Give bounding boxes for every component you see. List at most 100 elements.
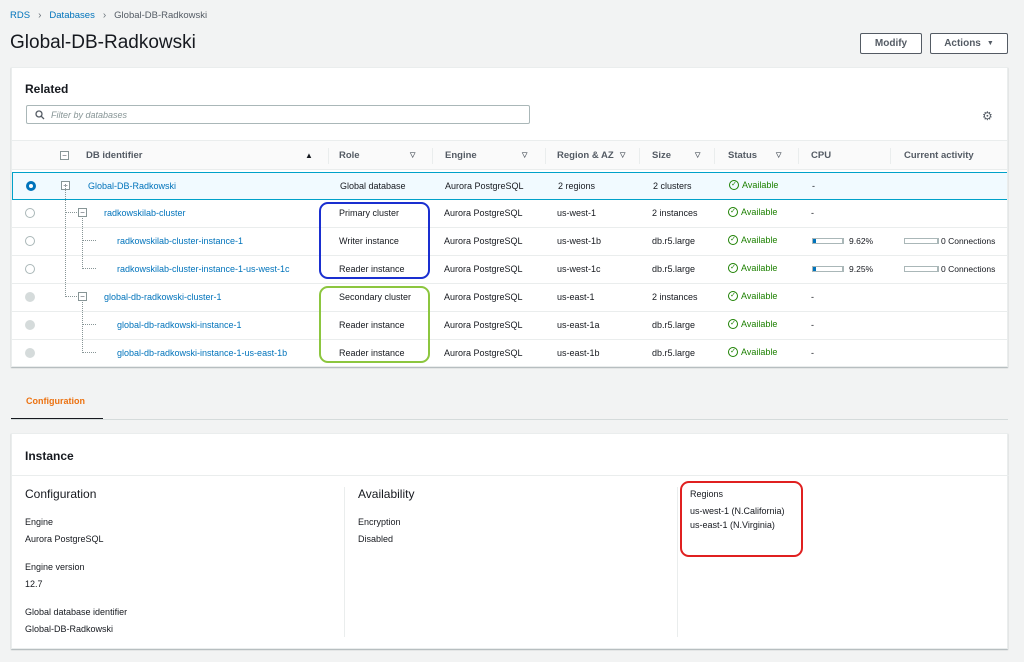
- check-circle-icon: ✓: [728, 235, 738, 245]
- table-row[interactable]: radkowskilab-cluster-instance-1-us-west-…: [12, 242, 1007, 284]
- cpu-bar: [812, 266, 844, 272]
- tree-connector: [65, 184, 77, 297]
- region-value: us-west-1 (N.California): [690, 506, 785, 516]
- column-divider: [328, 148, 329, 164]
- cpu-cell: -: [811, 292, 814, 302]
- row-radio[interactable]: [25, 320, 35, 330]
- global-db-identifier-value: Global-DB-Radkowski: [25, 624, 114, 634]
- col-db-identifier[interactable]: DB identifier ▲: [86, 150, 313, 161]
- region-cell: us-east-1: [557, 292, 595, 302]
- global-db-identifier-label: Global database identifier: [25, 607, 128, 617]
- modify-label: Modify: [874, 38, 908, 49]
- tree-connector: [82, 218, 96, 241]
- engine-cell: Aurora PostgreSQL: [444, 236, 523, 246]
- row-radio[interactable]: [25, 236, 35, 246]
- cpu-bar-end: [842, 238, 843, 244]
- connections-bar-end: [937, 266, 938, 272]
- table-row[interactable]: radkowskilab-cluster-instance-1 Writer i…: [12, 218, 1007, 256]
- size-cell: 2 clusters: [653, 181, 692, 191]
- cpu-bar-end: [842, 266, 843, 272]
- col-current-activity[interactable]: Current activity: [904, 150, 974, 161]
- tree-connector: [82, 242, 96, 269]
- tab-divider: [11, 419, 1008, 420]
- size-cell: db.r5.large: [652, 320, 696, 330]
- db-identifier-link[interactable]: radkowskilab-cluster: [104, 208, 186, 218]
- instance-panel: Instance Configuration Engine Aurora Pos…: [11, 433, 1009, 649]
- row-radio[interactable]: [25, 264, 35, 274]
- availability-heading: Availability: [358, 487, 415, 501]
- breadcrumb-databases[interactable]: Databases: [49, 10, 94, 21]
- breadcrumb-rds[interactable]: RDS: [10, 10, 30, 21]
- region-cell: us-east-1b: [557, 348, 600, 358]
- size-cell: db.r5.large: [652, 264, 696, 274]
- role-cell: Writer instance: [339, 236, 399, 246]
- size-cell: db.r5.large: [652, 348, 696, 358]
- engine-cell: Aurora PostgreSQL: [444, 208, 523, 218]
- db-identifier-link[interactable]: radkowskilab-cluster-instance-1: [117, 236, 243, 246]
- region-value: us-east-1 (N.Virginia): [690, 520, 775, 530]
- col-status[interactable]: Status ▽: [728, 150, 781, 161]
- filter-box[interactable]: [26, 105, 530, 124]
- tab-configuration[interactable]: Configuration: [11, 384, 103, 420]
- status-badge: ✓ Available: [728, 319, 777, 329]
- role-cell: Reader instance: [339, 320, 405, 330]
- engine-version-value: 12.7: [25, 579, 43, 589]
- configuration-heading: Configuration: [25, 487, 97, 501]
- size-cell: 2 instances: [652, 208, 698, 218]
- collapse-icon[interactable]: −: [78, 208, 87, 217]
- col-cpu[interactable]: CPU: [811, 150, 831, 161]
- table-row[interactable]: global-db-radkowski-instance-1-us-east-1…: [12, 326, 1007, 366]
- check-circle-icon: ✓: [728, 263, 738, 273]
- db-identifier-link[interactable]: radkowskilab-cluster-instance-1-us-west-…: [117, 264, 290, 274]
- region-cell: us-west-1c: [557, 264, 601, 274]
- column-divider: [890, 148, 891, 164]
- role-cell: Reader instance: [339, 348, 405, 358]
- region-cell: us-east-1a: [557, 320, 600, 330]
- col-region-az[interactable]: Region & AZ ▽: [557, 150, 625, 161]
- engine-cell: Aurora PostgreSQL: [444, 320, 523, 330]
- engine-value: Aurora PostgreSQL: [25, 534, 104, 544]
- filter-input[interactable]: [51, 109, 511, 120]
- table-row[interactable]: global-db-radkowski-instance-1 Reader in…: [12, 302, 1007, 340]
- engine-label: Engine: [25, 517, 54, 527]
- check-circle-icon: ✓: [728, 291, 738, 301]
- col-role[interactable]: Role ▽: [339, 150, 415, 161]
- row-radio[interactable]: [25, 348, 35, 358]
- db-identifier-link[interactable]: global-db-radkowski-instance-1: [117, 320, 242, 330]
- status-badge: ✓ Available: [728, 263, 777, 273]
- row-radio[interactable]: [26, 181, 36, 191]
- engine-cell: Aurora PostgreSQL: [444, 292, 523, 302]
- collapse-all-icon[interactable]: −: [60, 151, 69, 160]
- related-title: Related: [25, 82, 69, 96]
- regions-label: Regions: [690, 489, 724, 499]
- region-cell: us-west-1b: [557, 236, 602, 246]
- column-divider: [798, 148, 799, 164]
- gear-icon[interactable]: ⚙: [982, 109, 993, 123]
- size-cell: 2 instances: [652, 292, 698, 302]
- collapse-icon[interactable]: −: [78, 292, 87, 301]
- engine-version-label: Engine version: [25, 562, 85, 572]
- modify-button[interactable]: Modify: [860, 33, 922, 54]
- col-engine[interactable]: Engine ▽: [445, 150, 527, 161]
- col-size[interactable]: Size ▽: [652, 150, 700, 161]
- actions-button[interactable]: Actions ▼: [930, 33, 1008, 54]
- row-radio[interactable]: [25, 208, 35, 218]
- cpu-cell: -: [811, 320, 814, 330]
- db-identifier-link[interactable]: global-db-radkowski-cluster-1: [104, 292, 222, 302]
- column-divider: [677, 487, 678, 637]
- column-divider: [432, 148, 433, 164]
- db-identifier-link[interactable]: Global-DB-Radkowski: [88, 181, 176, 191]
- row-radio[interactable]: [25, 292, 35, 302]
- table-row[interactable]: − radkowskilab-cluster Primary cluster A…: [12, 190, 1007, 228]
- table-row[interactable]: − global-db-radkowski-cluster-1 Secondar…: [12, 184, 1007, 312]
- tree-connector: [82, 302, 96, 325]
- cpu-value: 9.25%: [849, 264, 874, 274]
- role-cell: Secondary cluster: [339, 292, 412, 302]
- db-identifier-link[interactable]: global-db-radkowski-instance-1-us-east-1…: [117, 348, 287, 358]
- table-header: − DB identifier ▲ Role ▽ Engine ▽ Region & …: [12, 140, 1007, 170]
- connections-value: 0 Connections: [941, 264, 996, 274]
- table-row[interactable]: − Global-DB-Radkowski Global database Au…: [12, 172, 1007, 200]
- engine-cell: Aurora PostgreSQL: [445, 181, 524, 191]
- engine-cell: Aurora PostgreSQL: [444, 264, 523, 274]
- breadcrumb-current: Global-DB-Radkowski: [114, 10, 208, 21]
